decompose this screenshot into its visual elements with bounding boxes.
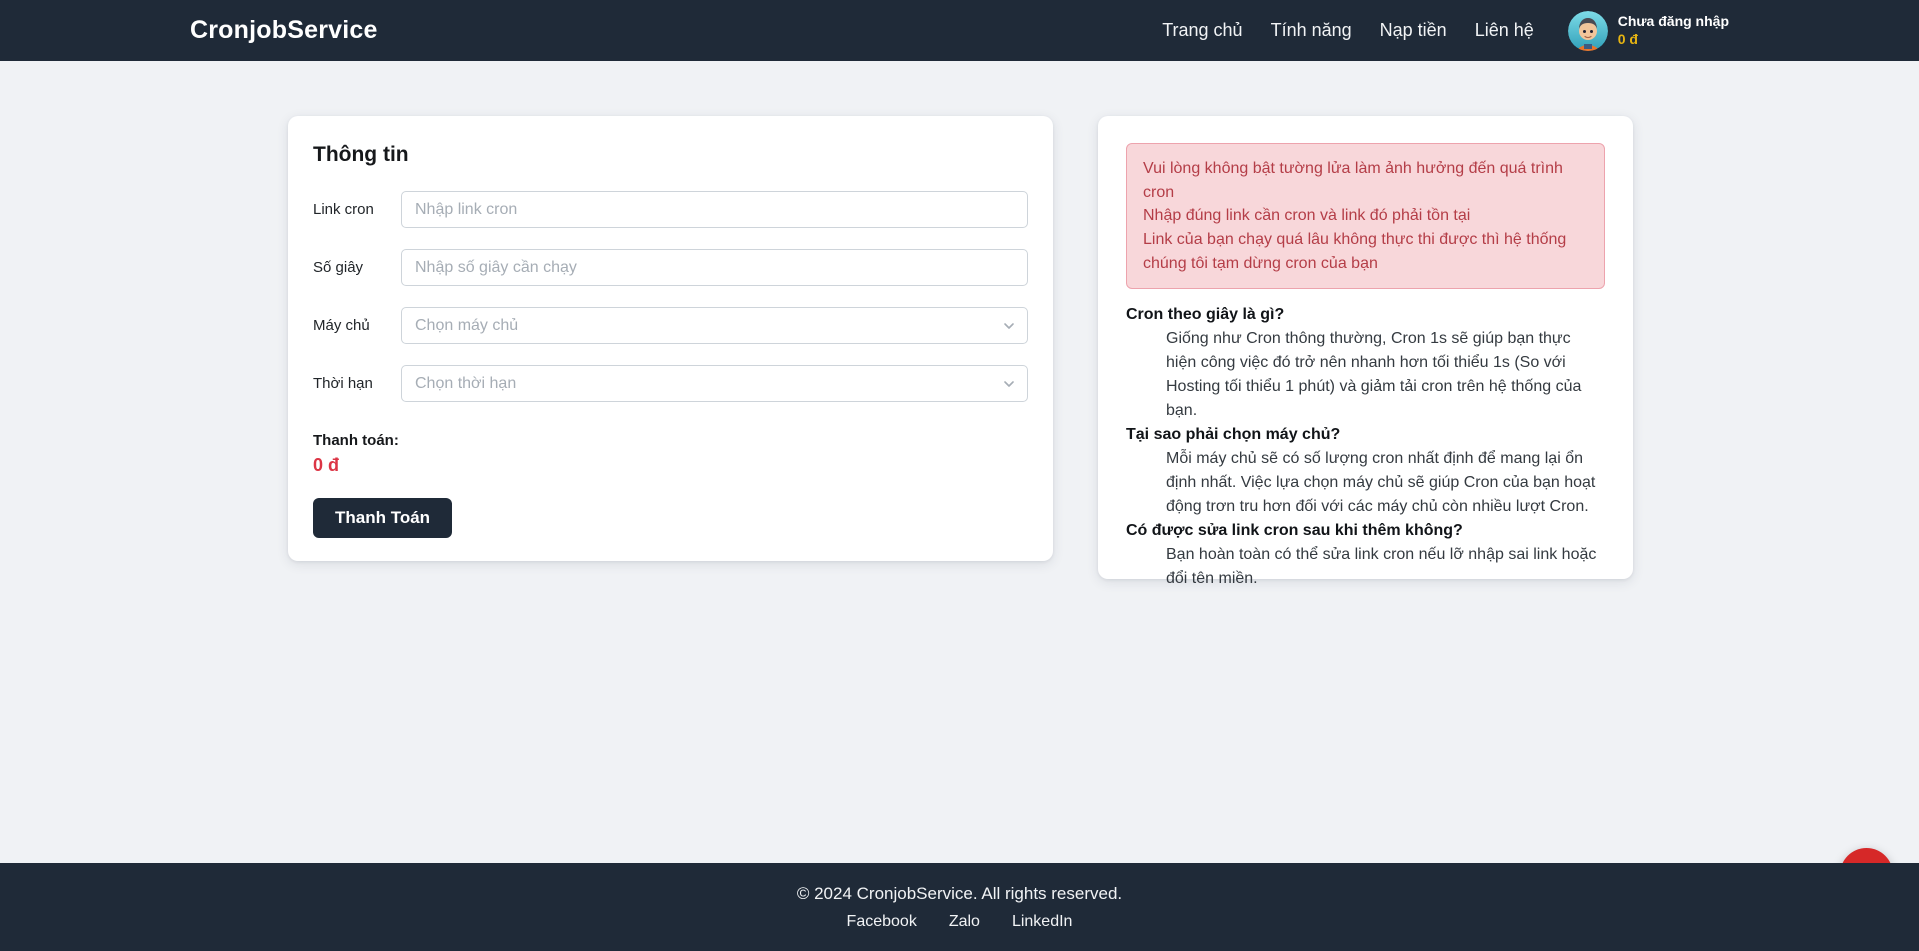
payment-block: Thanh toán: 0 đ xyxy=(313,432,1028,476)
avatar-cartoon-boy-icon xyxy=(1568,11,1608,51)
page-footer: © 2024 CronjobService. All rights reserv… xyxy=(0,863,1919,951)
info-card: Vui lòng không bật tường lửa làm ảnh hưở… xyxy=(1098,116,1633,579)
nav-link-contact[interactable]: Liên hệ xyxy=(1475,20,1534,41)
user-balance: 0 đ xyxy=(1618,31,1729,49)
server-label: Máy chủ xyxy=(313,317,401,334)
user-login-status: Chưa đăng nhập xyxy=(1618,13,1729,31)
seconds-label: Số giây xyxy=(313,259,401,276)
user-chip[interactable]: Chưa đăng nhập 0 đ xyxy=(1568,11,1729,51)
navbar-right: Trang chủ Tính năng Nạp tiền Liên hệ xyxy=(1162,11,1729,51)
server-select-placeholder: Chọn máy chủ xyxy=(415,317,518,335)
form-row-link-cron: Link cron xyxy=(313,191,1028,228)
duration-label: Thời hạn xyxy=(313,375,401,392)
link-cron-input[interactable] xyxy=(401,191,1028,228)
cron-form-card: Thông tin Link cron Số giây Máy chủ Chọn… xyxy=(288,116,1053,561)
payment-amount: 0 đ xyxy=(313,455,1028,476)
warning-line: Link của bạn chạy quá lâu không thực thi… xyxy=(1143,228,1588,275)
form-row-server: Máy chủ Chọn máy chủ xyxy=(313,307,1028,344)
faq-question: Tại sao phải chọn máy chủ? xyxy=(1126,423,1605,447)
footer-link-linkedin[interactable]: LinkedIn xyxy=(1012,913,1073,931)
copyright-text: © 2024 CronjobService. All rights reserv… xyxy=(797,884,1122,904)
faq-answer: Bạn hoàn toàn có thể sửa link cron nếu l… xyxy=(1126,543,1605,591)
faq-answer: Mỗi máy chủ sẽ có số lượng cron nhất địn… xyxy=(1126,447,1605,519)
payment-label: Thanh toán: xyxy=(313,432,1028,449)
user-avatar[interactable] xyxy=(1568,11,1608,51)
warning-line: Nhập đúng link cần cron và link đó phải … xyxy=(1143,204,1588,228)
warning-line: Vui lòng không bật tường lửa làm ảnh hưở… xyxy=(1143,157,1588,204)
nav-link-topup[interactable]: Nạp tiền xyxy=(1380,20,1447,41)
faq-question: Cron theo giây là gì? xyxy=(1126,303,1605,327)
nav-links: Trang chủ Tính năng Nạp tiền Liên hệ xyxy=(1162,20,1534,41)
server-select[interactable]: Chọn máy chủ xyxy=(401,307,1028,344)
user-meta: Chưa đăng nhập 0 đ xyxy=(1618,13,1729,48)
faq-question: Có được sửa link cron sau khi thêm không… xyxy=(1126,519,1605,543)
nav-link-home[interactable]: Trang chủ xyxy=(1162,20,1242,41)
form-row-duration: Thời hạn Chọn thời hạn xyxy=(313,365,1028,402)
warning-alert: Vui lòng không bật tường lửa làm ảnh hưở… xyxy=(1126,143,1605,289)
form-title: Thông tin xyxy=(313,143,1028,167)
pay-button[interactable]: Thanh Toán xyxy=(313,498,452,538)
duration-select[interactable]: Chọn thời hạn xyxy=(401,365,1028,402)
brand-logo[interactable]: CronjobService xyxy=(190,16,378,45)
footer-link-zalo[interactable]: Zalo xyxy=(949,913,980,931)
duration-select-placeholder: Chọn thời hạn xyxy=(415,375,516,393)
form-row-seconds: Số giây xyxy=(313,249,1028,286)
seconds-input[interactable] xyxy=(401,249,1028,286)
faq-answer: Giống như Cron thông thường, Cron 1s sẽ … xyxy=(1126,327,1605,423)
footer-link-facebook[interactable]: Facebook xyxy=(847,913,917,931)
footer-links: Facebook Zalo LinkedIn xyxy=(847,913,1073,931)
nav-link-features[interactable]: Tính năng xyxy=(1271,20,1352,41)
main-content: Thông tin Link cron Số giây Máy chủ Chọn… xyxy=(0,61,1919,863)
top-navbar: CronjobService Trang chủ Tính năng Nạp t… xyxy=(0,0,1919,61)
faq-list: Cron theo giây là gì? Giống như Cron thô… xyxy=(1126,303,1605,591)
link-cron-label: Link cron xyxy=(313,201,401,218)
